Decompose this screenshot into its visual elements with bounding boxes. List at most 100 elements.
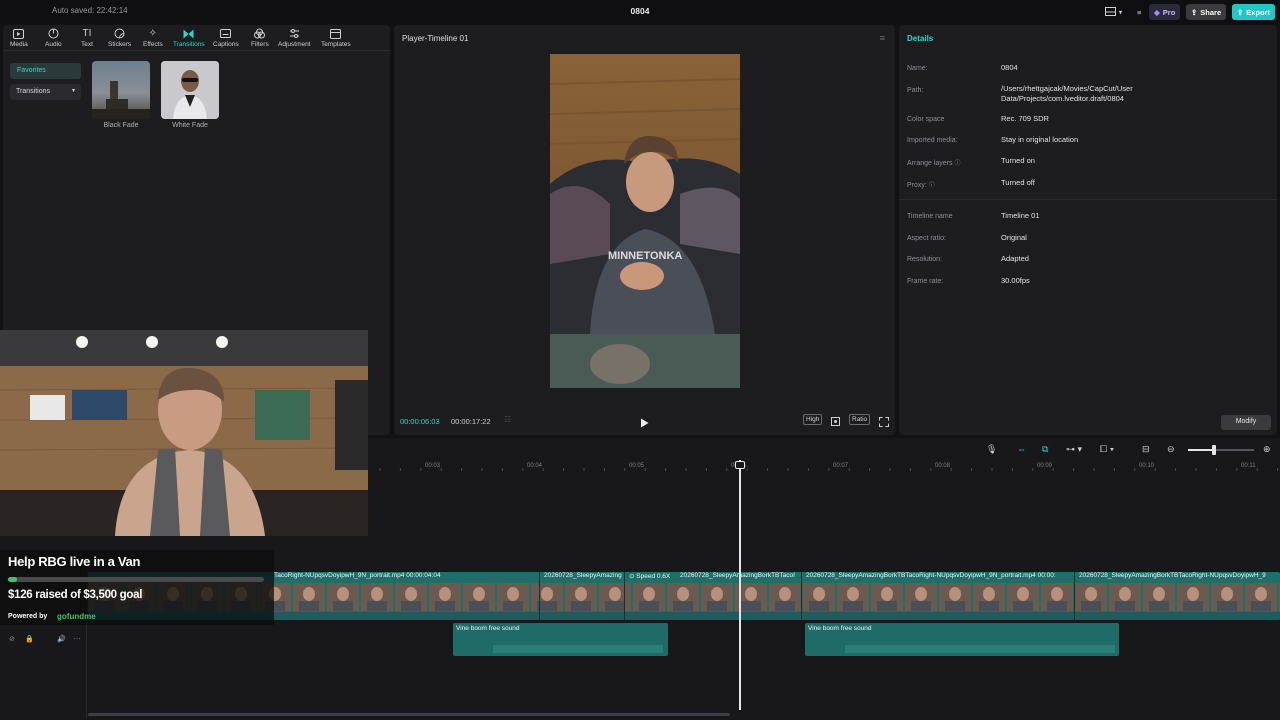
preview-axis-icon[interactable]: ⧠ ▾ xyxy=(1100,444,1114,455)
filmstrip-body xyxy=(401,601,421,611)
filmstrip-face xyxy=(1085,587,1097,601)
more-icon[interactable]: ··· xyxy=(73,634,81,643)
audio-clip[interactable]: Vine boom free sound xyxy=(453,623,668,656)
audio-waveform xyxy=(493,645,663,653)
filmstrip-face xyxy=(1255,587,1267,601)
crop-icon[interactable] xyxy=(830,414,841,432)
fundraiser-title: Help RBG live in a Van xyxy=(8,554,141,569)
transitions-icon xyxy=(183,28,194,39)
clip-label: 20260728_SleepyAmazingBorkTBTacoI xyxy=(680,572,795,579)
audio-waveform xyxy=(845,645,1115,653)
zoom-slider-handle[interactable] xyxy=(1212,445,1216,455)
clip-divider xyxy=(624,572,625,620)
detail-value-imported-media: Stay in original location xyxy=(1001,135,1079,144)
tool-tabs: Media Audio TI Text Stickers ✧ Effects T… xyxy=(3,25,390,51)
filmstrip-face xyxy=(711,587,723,601)
ratio-button[interactable]: Ratio xyxy=(849,414,871,425)
white-fade-thumbnail[interactable] xyxy=(161,61,219,119)
chevron-down-icon: ▾ xyxy=(71,88,75,94)
fundraiser-progress-fill xyxy=(8,577,18,582)
detail-key-name: Name: xyxy=(907,65,928,72)
project-title: 0804 xyxy=(630,6,650,16)
tab-templates[interactable]: Templates xyxy=(321,28,351,48)
share-button[interactable]: ⇪ Share xyxy=(1186,4,1227,20)
timeline-scrollbar[interactable] xyxy=(88,713,730,716)
clip-label: TacoRight-NUpqsvDoyipwH_9N_portrait.mp4 … xyxy=(274,572,441,579)
autosave-status: Auto saved: 22:42:14 xyxy=(52,6,128,15)
tab-audio[interactable]: Audio xyxy=(45,28,62,48)
play-button[interactable] xyxy=(640,415,649,433)
tab-media[interactable]: Media xyxy=(10,28,28,48)
filmstrip-body xyxy=(1081,601,1101,611)
tab-adjustment[interactable]: Adjustment xyxy=(278,28,311,48)
filmstrip-body xyxy=(1217,601,1237,611)
powered-by-label: Powered by xyxy=(8,613,48,620)
black-fade-thumbnail[interactable] xyxy=(92,61,150,119)
clip-divider xyxy=(801,572,802,620)
detail-value-frame-rate: 30.00fps xyxy=(1001,276,1030,285)
filmstrip-body xyxy=(843,601,863,611)
detail-key-imported-media: Imported media: xyxy=(907,137,958,144)
favorites-button[interactable]: Favorites xyxy=(10,63,81,79)
filmstrip-face xyxy=(949,587,961,601)
audio-clip[interactable]: Vine boom free sound xyxy=(805,623,1119,656)
fullscreen-icon[interactable] xyxy=(879,414,889,432)
pro-button[interactable]: ◆ Pro xyxy=(1149,4,1181,20)
volume-icon[interactable]: 🔊 xyxy=(57,635,66,643)
filmstrip-face xyxy=(439,587,451,601)
filmstrip-face xyxy=(983,587,995,601)
share-label: Share xyxy=(1200,7,1222,17)
export-icon: ⇧ xyxy=(1237,7,1244,17)
filmstrip-body xyxy=(741,601,761,611)
current-time: 00:00:06:03 xyxy=(400,417,440,426)
white-fade-label: White Fade xyxy=(172,122,208,129)
stickers-icon xyxy=(114,28,125,39)
playhead-handle[interactable] xyxy=(735,461,745,469)
filmstrip-face xyxy=(643,587,655,601)
microphone-icon[interactable]: 🎙 xyxy=(986,444,997,455)
clip-label: 20260728_SleepyAmazingBorkTBTacoRight-NU… xyxy=(806,572,1056,579)
filmstrip-body xyxy=(639,601,659,611)
link-icon[interactable]: ⊶ ▾ xyxy=(1066,444,1082,455)
filmstrip-body xyxy=(537,601,557,611)
filmstrip-face xyxy=(745,587,757,601)
export-label: Export xyxy=(1246,7,1271,17)
caption-icon[interactable]: ⊟ xyxy=(1142,444,1150,455)
detail-key-path: Path: xyxy=(907,87,924,94)
tick-label: 00:03 xyxy=(425,463,441,469)
tab-captions[interactable]: Captions xyxy=(213,28,239,48)
quality-button[interactable]: High xyxy=(803,414,823,425)
player-menu-icon[interactable]: ≡ xyxy=(880,33,885,43)
main-track-magnet-icon[interactable]: ⇔ xyxy=(1017,444,1026,454)
layout-button[interactable]: ▾ xyxy=(1100,4,1127,20)
audio-clip-label: Vine boom free sound xyxy=(808,625,872,632)
export-button[interactable]: ⇧ Export xyxy=(1232,4,1276,20)
lock-icon[interactable]: 🔒 xyxy=(25,635,34,643)
transitions-dropdown[interactable]: Transitions ▾ xyxy=(10,84,81,100)
filters-icon xyxy=(254,28,266,39)
timeline-grid-icon[interactable]: ☷ xyxy=(504,415,511,424)
tab-filters[interactable]: Filters xyxy=(251,28,269,48)
cover-icon[interactable]: ⊘ xyxy=(9,635,15,643)
top-bar: Auto saved: 22:42:14 0804 ▾ ≡ ◆ Pro ⇪ Sh… xyxy=(0,0,1280,24)
clip-label: 20260728_SleepyAmazingBorkTBTacoRight-NU… xyxy=(1079,572,1266,579)
tab-stickers[interactable]: Stickers xyxy=(108,28,131,48)
svg-text:MINNETONKA: MINNETONKA xyxy=(608,250,682,262)
zoom-out-icon[interactable]: ⊖ xyxy=(1167,444,1175,455)
tab-effects[interactable]: ✧ Effects xyxy=(143,28,163,48)
video-preview[interactable]: MINNETONKA xyxy=(550,54,740,388)
tab-transitions[interactable]: Transitions xyxy=(173,28,205,48)
modify-button[interactable]: Modify xyxy=(1221,415,1271,430)
auto-snap-icon[interactable]: ⧉ xyxy=(1042,444,1048,455)
playhead-line[interactable] xyxy=(739,460,741,710)
video-frame-image: MINNETONKA xyxy=(550,54,740,388)
menu-button[interactable]: ≡ xyxy=(1132,4,1146,20)
zoom-in-icon[interactable]: ⊕ xyxy=(1263,444,1271,455)
tab-text[interactable]: TI Text xyxy=(81,28,93,48)
filmstrip-face xyxy=(473,587,485,601)
zoom-slider[interactable] xyxy=(1188,445,1254,455)
fundraiser-widget: Help RBG live in a Van $126 raised of $3… xyxy=(0,550,274,625)
detail-value-proxy: Turned off xyxy=(1001,178,1035,187)
filmstrip-face xyxy=(677,587,689,601)
filmstrip-face xyxy=(405,587,417,601)
